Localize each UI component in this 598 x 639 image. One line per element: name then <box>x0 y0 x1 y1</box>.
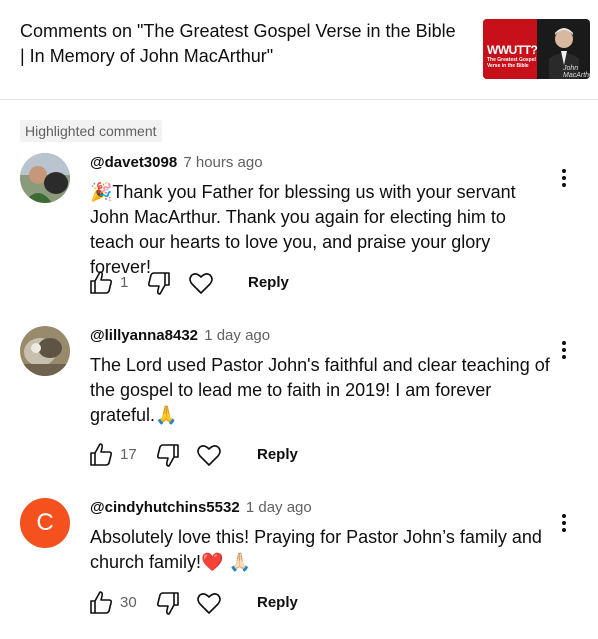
comment-author[interactable]: @cindyhutchins5532 <box>90 499 240 516</box>
like-count: 1 <box>120 274 129 291</box>
thumbnail-signature: John MacArthur <box>563 65 590 79</box>
heart-icon[interactable] <box>194 440 224 470</box>
comment-text: Absolutely love this! Praying for Pastor… <box>90 527 542 572</box>
dislike-icon[interactable] <box>153 588 183 618</box>
avatar[interactable]: C <box>20 498 70 548</box>
comment-text: 🎉Thank you Father for blessing us with y… <box>90 182 516 277</box>
comment-header: @cindyhutchins5532 1 day ago <box>90 498 312 518</box>
heart-icon[interactable] <box>186 268 216 298</box>
heart-icon[interactable] <box>194 588 224 618</box>
like-count: 30 <box>120 594 137 611</box>
avatar[interactable] <box>20 153 70 203</box>
avatar-photo <box>20 153 70 203</box>
comment-text: The Lord used Pastor John's faithful and… <box>90 355 550 425</box>
reply-button[interactable]: Reply <box>257 593 298 613</box>
comment-author[interactable]: @lillyanna8432 <box>90 327 198 344</box>
highlighted-comment-badge: Highlighted comment <box>20 120 162 142</box>
reply-button[interactable]: Reply <box>248 273 289 293</box>
like-icon[interactable] <box>86 268 116 298</box>
thumbnail-caption: The Greatest Gospel Verse in the Bible <box>487 57 536 69</box>
thumbnail-logo-text: WWUTT? <box>487 43 538 57</box>
more-options-icon[interactable] <box>552 166 576 190</box>
comment-header: @davet3098 7 hours ago <box>90 153 263 173</box>
like-icon[interactable] <box>86 440 116 470</box>
video-thumbnail[interactable]: WWUTT? The Greatest Gospel Verse in the … <box>483 19 590 79</box>
dislike-icon[interactable] <box>144 268 174 298</box>
comments-header: Comments on "The Greatest Gospel Verse i… <box>0 0 598 100</box>
comment-time[interactable]: 7 hours ago <box>183 154 262 171</box>
more-options-icon[interactable] <box>552 338 576 362</box>
video-title: Comments on "The Greatest Gospel Verse i… <box>20 21 456 66</box>
reply-button[interactable]: Reply <box>257 445 298 465</box>
avatar[interactable] <box>20 326 70 376</box>
like-count: 17 <box>120 446 137 463</box>
more-options-icon[interactable] <box>552 511 576 535</box>
avatar-photo <box>20 326 70 376</box>
like-icon[interactable] <box>86 588 116 618</box>
comment-time[interactable]: 1 day ago <box>246 499 312 516</box>
comment-header: @lillyanna8432 1 day ago <box>90 326 270 346</box>
dislike-icon[interactable] <box>153 440 183 470</box>
comment-author[interactable]: @davet3098 <box>90 154 177 171</box>
comment-time[interactable]: 1 day ago <box>204 327 270 344</box>
